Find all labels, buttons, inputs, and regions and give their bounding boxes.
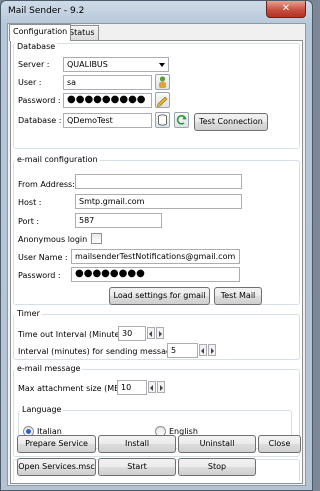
port-label: Port : bbox=[18, 217, 40, 226]
username-input[interactable]: mailsenderTestNotifications@gmail.com bbox=[71, 249, 240, 264]
test-mail-button[interactable]: Test Mail bbox=[214, 287, 262, 305]
sending-interval-decrease-button[interactable] bbox=[199, 344, 207, 356]
sending-interval-increase-button[interactable] bbox=[208, 344, 216, 356]
title-bar[interactable]: Mail Sender - 9.2 ✕ bbox=[1, 1, 312, 23]
server-label: Server : bbox=[18, 60, 50, 69]
window-close-button[interactable]: ✕ bbox=[266, 1, 306, 18]
timer-group-title: Timer bbox=[15, 309, 42, 319]
chevron-left-icon bbox=[150, 385, 153, 391]
user-lookup-button[interactable] bbox=[155, 74, 170, 90]
refresh-icon bbox=[176, 115, 187, 125]
database-browse-button[interactable] bbox=[155, 112, 170, 128]
server-dropdown[interactable]: QUALIBUS bbox=[63, 57, 169, 72]
max-attachment-decrease-button[interactable] bbox=[148, 381, 156, 393]
timeout-decrease-button[interactable] bbox=[147, 327, 155, 339]
database-group-title: Database bbox=[15, 42, 58, 52]
uninstall-button[interactable]: Uninstall bbox=[178, 435, 256, 453]
install-button[interactable]: Install bbox=[98, 435, 176, 453]
chevron-left-icon bbox=[149, 331, 152, 337]
max-attachment-label: Max attachment size (MB) : bbox=[18, 384, 129, 393]
close-button[interactable]: Close bbox=[258, 435, 301, 453]
email-password-label: Password : bbox=[18, 271, 61, 280]
window-title: Mail Sender - 9.2 bbox=[8, 6, 85, 16]
mail-sender-window: Mail Sender - 9.2 ✕ Configuration Status… bbox=[0, 0, 313, 491]
server-value: QUALIBUS bbox=[67, 60, 108, 69]
chevron-right-icon bbox=[211, 348, 214, 354]
max-attachment-increase-button[interactable] bbox=[157, 381, 165, 393]
user-input[interactable]: sa bbox=[63, 75, 152, 90]
tab-configuration[interactable]: Configuration bbox=[9, 24, 72, 41]
open-services-button[interactable]: Open Services.msc bbox=[17, 458, 96, 476]
email-message-group-title: e-mail message bbox=[15, 364, 83, 374]
db-password-label: Password : bbox=[18, 96, 61, 105]
user-label: User : bbox=[18, 78, 42, 87]
database-input[interactable]: QDemoTest bbox=[63, 113, 152, 128]
client-area: Configuration Status Database Server : Q… bbox=[7, 23, 306, 486]
chevron-right-icon bbox=[160, 385, 163, 391]
email-password-input[interactable]: ●●●●●●●● bbox=[71, 267, 240, 282]
close-icon: ✕ bbox=[281, 3, 291, 14]
chevron-down-icon bbox=[159, 63, 165, 67]
prepare-service-button[interactable]: Prepare Service bbox=[17, 435, 96, 453]
configuration-tab-page: Database Server : QUALIBUS User : sa Pas… bbox=[10, 40, 303, 484]
test-connection-button[interactable]: Test Connection bbox=[194, 113, 268, 131]
port-input[interactable]: 587 bbox=[75, 213, 162, 228]
start-button[interactable]: Start bbox=[98, 458, 176, 476]
db-password-input[interactable]: ●●●●●●●●● bbox=[63, 93, 152, 108]
database-icon bbox=[158, 114, 167, 126]
max-attachment-input[interactable]: 10 bbox=[117, 380, 147, 395]
timeout-interval-input[interactable]: 30 bbox=[118, 326, 146, 341]
email-config-group-title: e-mail configuration bbox=[15, 155, 100, 165]
username-label: User Name : bbox=[18, 253, 68, 262]
load-gmail-settings-button[interactable]: Load settings for gmail bbox=[109, 287, 210, 305]
database-refresh-button[interactable] bbox=[174, 112, 189, 128]
host-input[interactable]: Smtp.gmail.com bbox=[75, 194, 242, 209]
password-edit-button[interactable] bbox=[155, 92, 170, 108]
anonymous-login-checkbox[interactable] bbox=[91, 233, 102, 244]
from-address-label: From Address: bbox=[18, 180, 75, 189]
user-icon bbox=[159, 76, 166, 88]
chevron-right-icon bbox=[159, 331, 162, 337]
anonymous-login-label: Anonymous login bbox=[18, 235, 88, 244]
sending-interval-input[interactable]: 5 bbox=[167, 343, 198, 358]
stop-button[interactable]: Stop bbox=[178, 458, 256, 476]
from-address-input[interactable] bbox=[75, 174, 242, 189]
sending-interval-label: Interval (minutes) for sending messages … bbox=[18, 347, 186, 356]
chevron-left-icon bbox=[201, 348, 204, 354]
host-label: Host : bbox=[18, 198, 42, 207]
timeout-interval-label: Time out Interval (Minute) : bbox=[18, 330, 128, 339]
database-label: Database : bbox=[18, 116, 62, 125]
language-group-title: Language bbox=[20, 405, 64, 415]
radio-selected-dot bbox=[26, 429, 31, 434]
pencil-icon bbox=[157, 96, 168, 107]
timeout-increase-button[interactable] bbox=[156, 327, 164, 339]
